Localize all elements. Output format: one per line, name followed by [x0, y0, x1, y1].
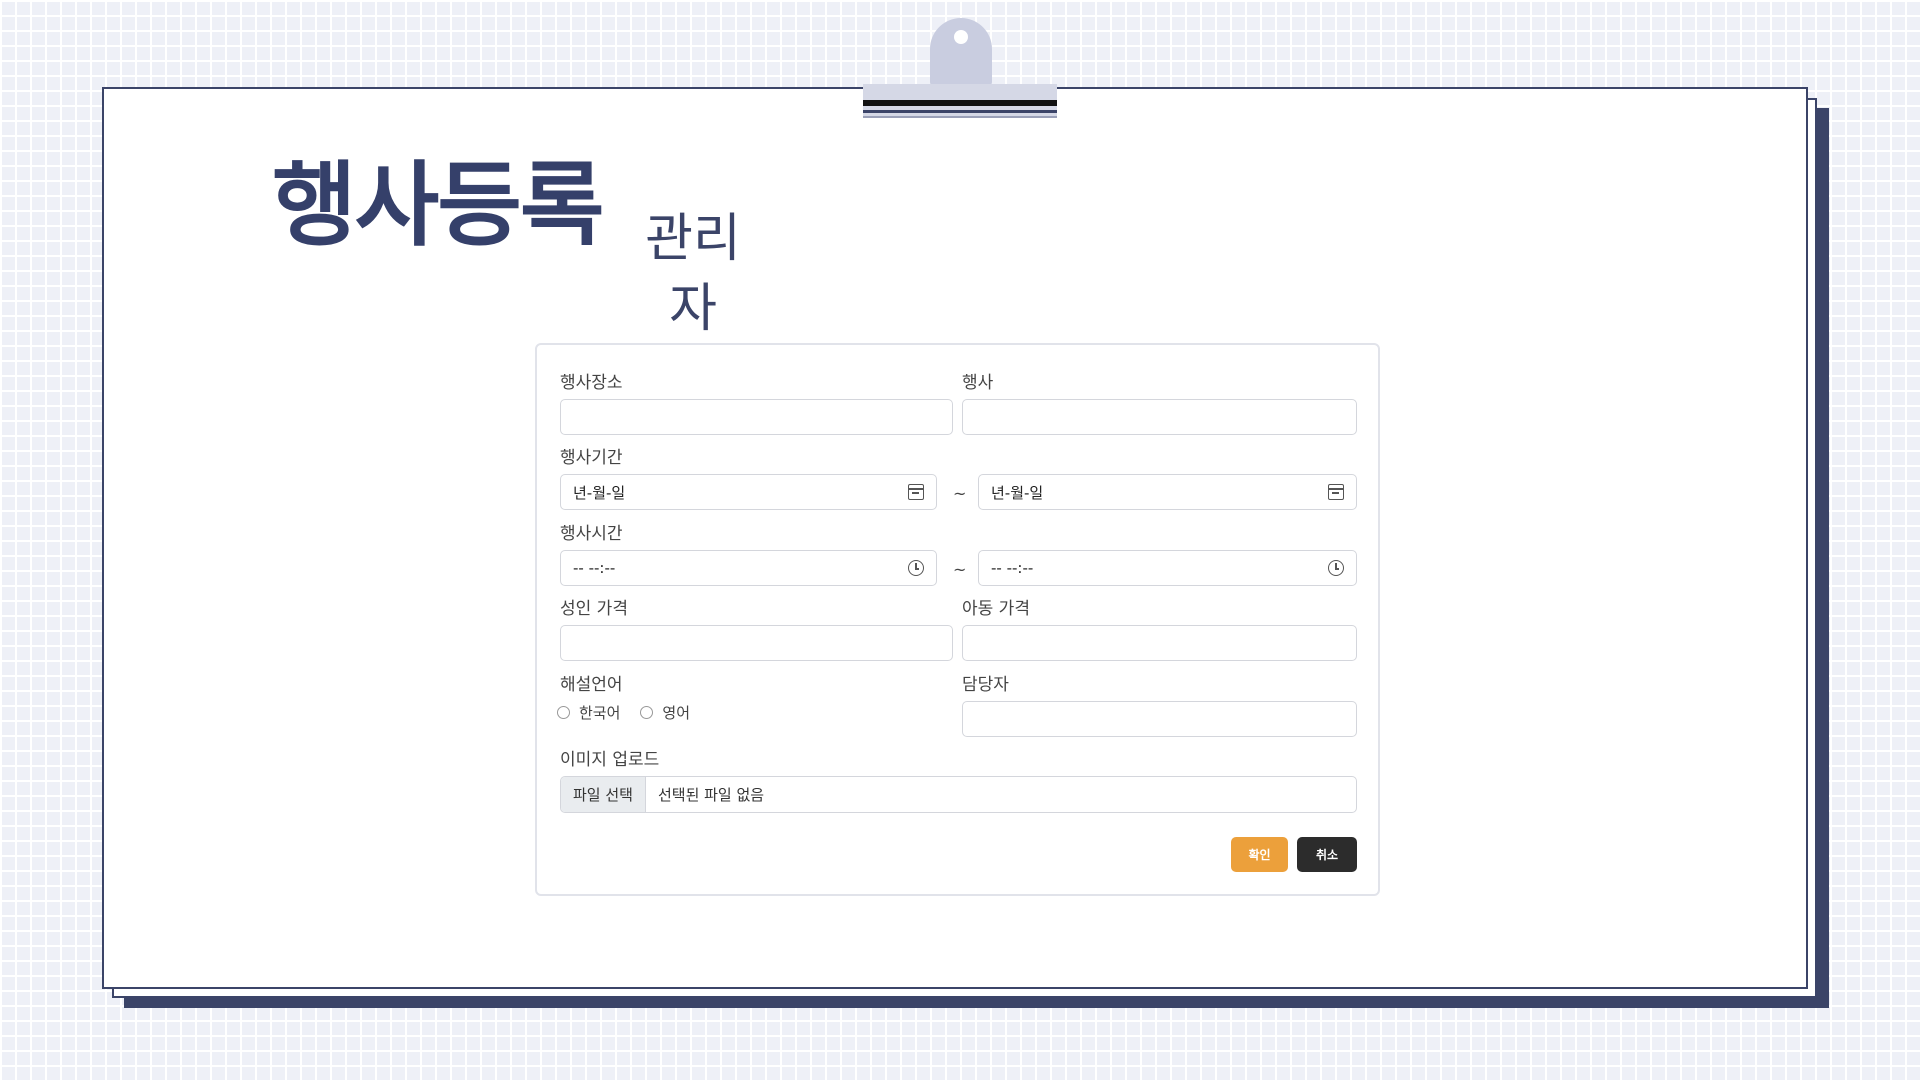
calendar-icon[interactable] [908, 484, 924, 500]
period-start-date-input[interactable]: 년-월-일 [560, 474, 937, 510]
language-label: 해설언어 [560, 675, 623, 695]
adult-price-label: 성인 가격 [560, 599, 628, 619]
time-separator: ~ [953, 560, 967, 579]
event-label: 행사 [962, 373, 994, 393]
confirm-button[interactable]: 확인 [1231, 837, 1288, 872]
time-start-placeholder: -- --:-- [573, 559, 616, 577]
radio-korean-label[interactable]: 한국어 [579, 702, 620, 723]
period-start-placeholder: 년-월-일 [573, 483, 626, 502]
child-price-input[interactable] [962, 625, 1357, 661]
file-status-text: 선택된 파일 없음 [657, 786, 765, 804]
radio-english[interactable] [640, 706, 654, 719]
venue-label: 행사장소 [560, 373, 623, 393]
subtitle-line-2: 자 [669, 278, 717, 339]
image-upload-label: 이미지 업로드 [560, 750, 660, 770]
event-input[interactable] [962, 399, 1357, 435]
time-end-placeholder: -- --:-- [991, 559, 1034, 577]
time-start-input[interactable]: -- --:-- [560, 550, 937, 586]
calendar-icon[interactable] [1328, 484, 1344, 500]
child-price-label: 아동 가격 [962, 599, 1030, 619]
period-label: 행사기간 [560, 448, 623, 468]
image-file-input[interactable]: 파일 선택 선택된 파일 없음 [560, 776, 1357, 813]
period-end-date-input[interactable]: 년-월-일 [978, 474, 1357, 510]
manager-label: 담당자 [962, 675, 1009, 695]
subtitle-line-1: 관리 [645, 209, 741, 269]
binder-clip-icon [863, 18, 1057, 118]
time-end-input[interactable]: -- --:-- [978, 550, 1357, 586]
period-separator: ~ [953, 484, 967, 503]
page-title: 행사등록 [272, 152, 605, 259]
page-subtitle: 관리 자 [638, 205, 748, 344]
adult-price-input[interactable] [560, 625, 953, 661]
manager-input[interactable] [962, 701, 1357, 737]
cancel-button[interactable]: 취소 [1297, 837, 1357, 872]
period-end-placeholder: 년-월-일 [991, 483, 1044, 502]
radio-english-label[interactable]: 영어 [662, 702, 690, 723]
file-select-button[interactable]: 파일 선택 [561, 777, 646, 812]
clock-icon[interactable] [1328, 560, 1344, 576]
clock-icon[interactable] [908, 560, 924, 576]
time-label: 행사시간 [560, 524, 623, 544]
venue-input[interactable] [560, 399, 953, 435]
radio-korean[interactable] [557, 706, 570, 719]
language-radio-group: 한국어 영어 [557, 702, 690, 723]
